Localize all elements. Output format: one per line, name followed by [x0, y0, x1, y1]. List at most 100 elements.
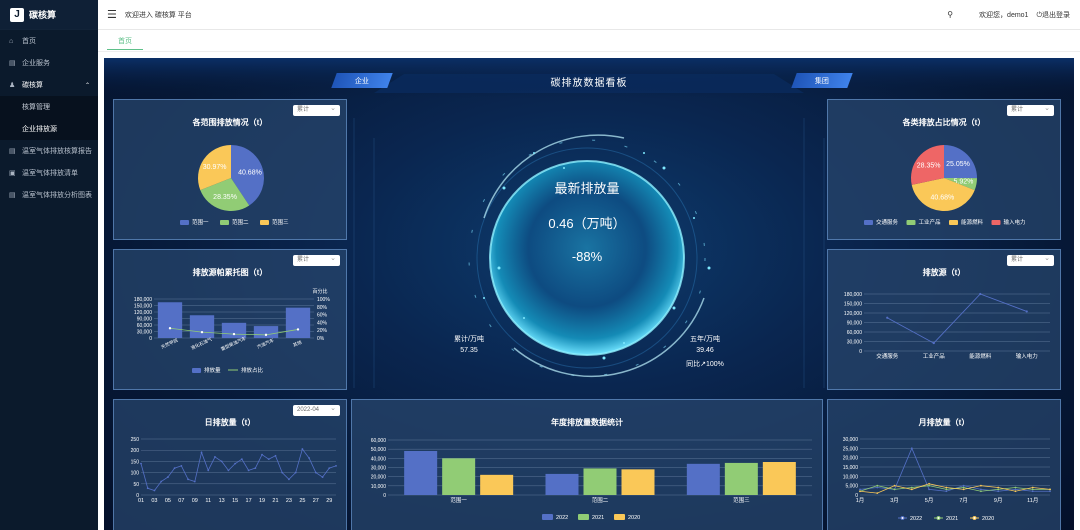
menu-analysis[interactable]: ▤ 温室气体排放分析图表	[0, 184, 98, 206]
daily-point	[193, 480, 196, 483]
daily-point	[234, 462, 237, 465]
menu-carbon-accounting[interactable]: ♟ 碳核算 ⌃	[0, 74, 98, 96]
header: ☰ 欢迎进入 碳核算 平台 ⚲ 欢迎您，demo1 ⏻退出登录	[98, 0, 1080, 30]
daily-point	[247, 469, 250, 472]
monthly-point	[910, 488, 913, 491]
slice-label: 28.35%	[213, 194, 237, 201]
monthly-point	[997, 490, 1000, 493]
legend-label: 范围二	[232, 218, 249, 226]
legend-label: 输入电力	[1004, 218, 1026, 226]
monthly-point	[997, 488, 1000, 491]
x-tick: 23	[286, 498, 292, 504]
legend-label: 范围三	[272, 218, 289, 226]
y-tick: 30,000	[371, 466, 387, 472]
source-line-chart: 0 30,000 60,000 90,000 120,000 150,000 180,000…	[844, 292, 1050, 360]
pareto-chart: 030,00060,00090,000120,000150,000180,000…	[134, 288, 330, 374]
daily-point	[294, 471, 297, 474]
cumulative-label: 累计/万吨	[454, 336, 484, 343]
x-tick: 交通服务	[876, 352, 899, 360]
legend-label: 2022	[556, 515, 568, 521]
menu-toggle-icon[interactable]: ☰	[107, 8, 117, 21]
y2-tick: 0%	[317, 336, 325, 342]
legend-swatch	[906, 220, 916, 225]
legend-label: 能源燃料	[961, 218, 984, 226]
legend-swatch	[578, 514, 589, 520]
y-tick: 60,000	[847, 330, 863, 336]
logout-button[interactable]: ⏻退出登录	[1036, 10, 1070, 20]
x-tick: 3月	[890, 497, 899, 504]
home-icon: ⌂	[9, 37, 14, 45]
tab-home[interactable]: 首页	[107, 32, 143, 50]
document-icon: ▤	[9, 192, 16, 199]
latest-emission-label: 最新排放量	[554, 181, 620, 196]
menu-enterprise-service[interactable]: ▤ 企业服务	[0, 52, 98, 74]
y-tick: 120,000	[844, 311, 862, 317]
legend-label: 2021	[592, 515, 604, 521]
y-tick: 50,000	[371, 447, 387, 453]
y-tick: 30,000	[847, 340, 863, 346]
submenu-accounting-management[interactable]: 核算管理	[0, 96, 98, 118]
y-tick: 150	[131, 459, 140, 465]
pareto-point	[232, 332, 236, 336]
daily-panel: 日排放量（t） 2022-04 050100150200250010305070…	[113, 399, 347, 530]
daily-point	[180, 464, 183, 467]
y-tick: 5,000	[845, 484, 858, 490]
logo-icon: J	[10, 7, 24, 22]
menu-report[interactable]: ▤ 温室气体排放核算报告	[0, 140, 98, 162]
annual-panel: 年度排放量数据统计 0 10,000 20,000 30,000 40,000 50,00…	[351, 399, 823, 530]
daily-point	[153, 489, 156, 492]
x-tick: 21	[272, 498, 278, 504]
daily-point	[207, 469, 210, 472]
y-tick: 180,000	[134, 297, 152, 303]
menu-inventory[interactable]: ▣ 温室气体排放清单	[0, 162, 98, 184]
daily-point	[261, 453, 263, 456]
source-line	[887, 293, 1027, 344]
monthly-point	[928, 484, 930, 487]
submenu-emission-source[interactable]: 企业排放源	[0, 118, 98, 140]
person-icon: ♟	[9, 82, 16, 89]
y-tick: 30,000	[843, 437, 859, 443]
document-icon: ▤	[9, 148, 16, 155]
legend-label: 2021	[946, 516, 958, 522]
daily-point	[146, 487, 149, 490]
daily-point	[288, 478, 290, 481]
annual-bar-chart: 0 10,000 20,000 30,000 40,000 50,000 60,000 范围一…	[371, 438, 812, 521]
annual-bar	[686, 463, 720, 495]
menu-home[interactable]: ⌂ 首页	[0, 30, 98, 52]
monthly-point	[962, 488, 965, 491]
annual-bar	[621, 469, 655, 495]
legend-swatch	[180, 220, 189, 225]
slice-label: 30.97%	[203, 164, 227, 171]
legend-swatch	[220, 220, 229, 225]
x-tick: 25	[299, 498, 305, 504]
logo[interactable]: J 碳核算	[0, 0, 98, 30]
monthly-point	[1014, 490, 1017, 493]
legend-label: 交通服务	[876, 218, 899, 226]
daily-point	[314, 471, 317, 474]
pareto-bar	[253, 326, 279, 338]
search-icon[interactable]: ⚲	[947, 10, 953, 19]
y-tick: 250	[131, 437, 140, 443]
legend-label: 排放占比	[241, 366, 264, 374]
yoy-change: 同比↗100%	[686, 361, 724, 368]
y-tick: 10,000	[371, 484, 387, 490]
x-tick: 11	[205, 498, 211, 504]
y-tick: 40,000	[371, 456, 387, 462]
x-tick: 11月	[1027, 497, 1038, 504]
monthly-point	[1014, 486, 1017, 489]
x-tick: 其他	[292, 338, 304, 348]
y-tick: 90,000	[847, 321, 863, 327]
sidebar: J 碳核算 ⌂ 首页 ▤ 企业服务 ♟ 碳核算 ⌃ 核算管理 企业排放源 ▤ 温室气体排放核…	[0, 0, 98, 530]
user-greeting[interactable]: 欢迎您，demo1	[979, 10, 1028, 20]
monthly-line-chart: 05,00010,00015,00020,00025,00030,0001月 3月…	[843, 437, 1051, 522]
monthly-point	[980, 484, 982, 487]
monthly-point	[928, 488, 930, 491]
monthly-point	[962, 484, 965, 487]
source-point	[886, 316, 889, 319]
monthly-point	[1031, 488, 1034, 491]
y2-tick: 80%	[317, 305, 328, 311]
annual-bar	[545, 473, 579, 495]
daily-point	[214, 456, 216, 458]
y-tick: 120,000	[134, 310, 152, 316]
five-year-label: 五年/万吨	[690, 336, 720, 343]
